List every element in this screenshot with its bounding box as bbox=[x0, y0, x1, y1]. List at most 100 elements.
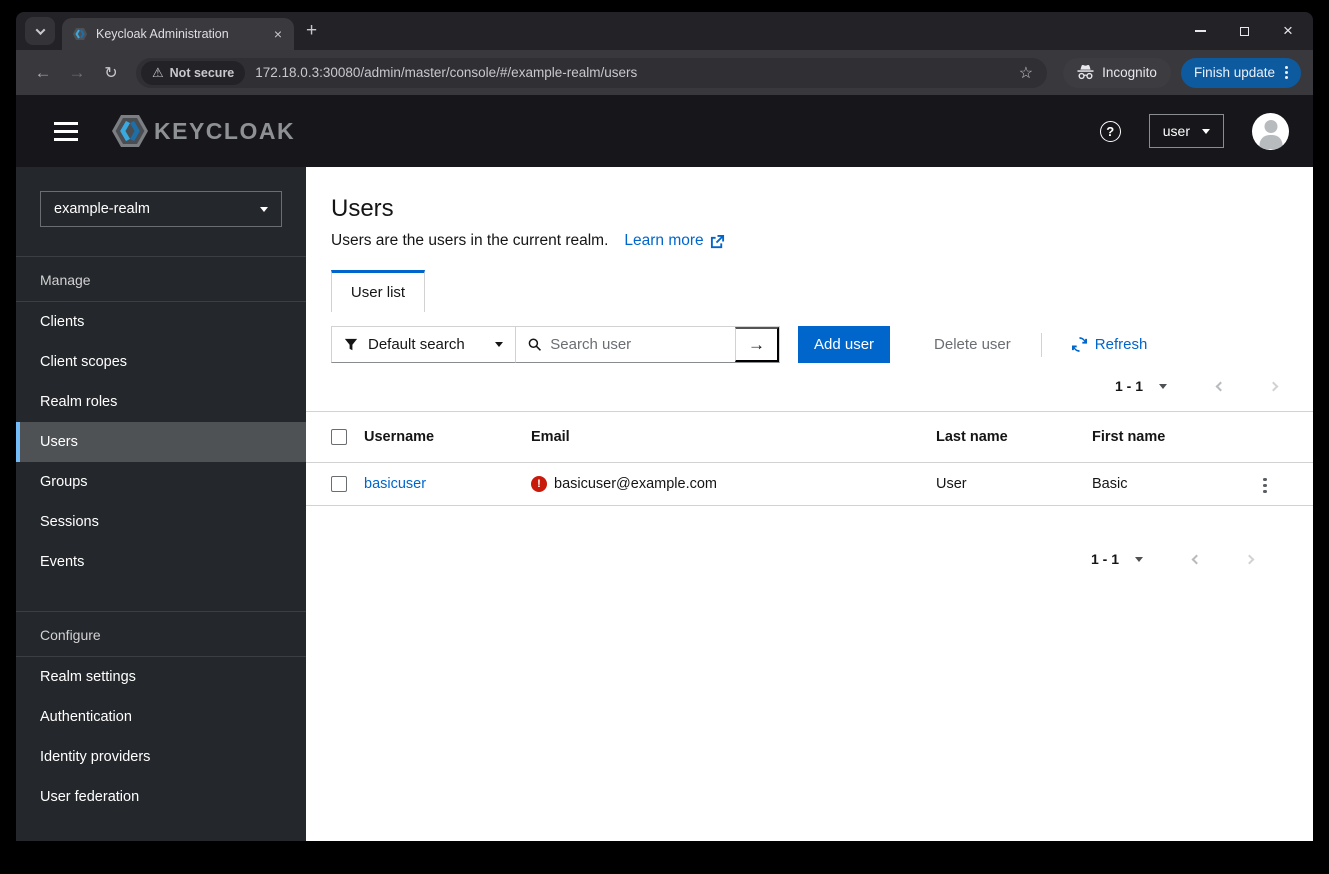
search-type-value: Default search bbox=[368, 336, 465, 353]
delete-user-button[interactable]: Delete user bbox=[918, 326, 1027, 363]
masthead-actions: ? user bbox=[1099, 112, 1289, 150]
row-checkbox[interactable] bbox=[331, 476, 347, 493]
users-toolbar: Default search → Add user Delete user bbox=[331, 326, 1313, 363]
reload-icon[interactable]: ↻ bbox=[96, 58, 126, 88]
search-group: → bbox=[516, 326, 780, 363]
row-actions-kebab-icon[interactable] bbox=[1257, 472, 1273, 500]
realm-selector-value: example-realm bbox=[54, 201, 150, 217]
avatar[interactable] bbox=[1252, 112, 1289, 150]
brand-text: KEYCLOAK bbox=[154, 117, 296, 144]
refresh-button[interactable]: Refresh bbox=[1071, 336, 1147, 353]
finish-update-label: Finish update bbox=[1193, 65, 1275, 80]
filter-icon bbox=[344, 338, 358, 350]
browser-tab[interactable]: Keycloak Administration × bbox=[62, 18, 294, 50]
sidebar-item-sessions[interactable]: Sessions bbox=[16, 502, 306, 542]
browser-window: Keycloak Administration × + × ← → ↻ ⚠ No… bbox=[16, 12, 1313, 841]
add-user-button[interactable]: Add user bbox=[798, 326, 891, 363]
external-link-icon bbox=[710, 234, 724, 248]
chevron-down-icon bbox=[1202, 128, 1210, 134]
browser-toolbar: ← → ↻ ⚠ Not secure 172.18.0.3:30080/admi… bbox=[16, 50, 1313, 95]
chevron-down-icon bbox=[35, 24, 45, 35]
page-subtitle: Users are the users in the current realm… bbox=[331, 232, 609, 249]
pagination-dropdown-icon[interactable] bbox=[1159, 383, 1167, 389]
new-tab-button[interactable]: + bbox=[306, 20, 317, 42]
pagination-range: 1 - 1 bbox=[1090, 551, 1119, 567]
tab-bar: User list bbox=[331, 270, 1313, 312]
search-input[interactable] bbox=[550, 336, 723, 353]
previous-page-icon[interactable] bbox=[1191, 550, 1202, 568]
realm-selector[interactable]: example-realm bbox=[40, 191, 282, 227]
learn-more-label: Learn more bbox=[624, 232, 704, 249]
browser-tab-strip: Keycloak Administration × + × bbox=[16, 12, 1313, 50]
learn-more-link[interactable]: Learn more bbox=[624, 232, 724, 250]
minimize-button[interactable] bbox=[1193, 24, 1207, 38]
search-type-dropdown[interactable]: Default search bbox=[331, 326, 516, 363]
pagination-top: 1 - 1 bbox=[306, 365, 1313, 407]
sidebar-item-user-federation[interactable]: User federation bbox=[16, 777, 306, 817]
username-link[interactable]: basicuser bbox=[364, 476, 426, 492]
window-controls: × bbox=[1193, 12, 1295, 50]
url-text: 172.18.0.3:30080/admin/master/console/#/… bbox=[255, 65, 638, 80]
sidebar-item-client-scopes[interactable]: Client scopes bbox=[16, 342, 306, 382]
sidebar-item-events[interactable]: Events bbox=[16, 542, 306, 582]
bookmark-star-icon[interactable]: ☆ bbox=[1013, 63, 1039, 83]
sidebar-item-realm-roles[interactable]: Realm roles bbox=[16, 382, 306, 422]
sidebar-item-users[interactable]: Users bbox=[16, 422, 306, 462]
incognito-label: Incognito bbox=[1102, 65, 1157, 80]
col-username: Username bbox=[364, 411, 531, 463]
pagination-bottom: 1 - 1 bbox=[306, 538, 1313, 580]
tab-title: Keycloak Administration bbox=[96, 27, 229, 41]
col-last-name: Last name bbox=[936, 411, 1092, 463]
chevron-down-icon bbox=[260, 206, 268, 212]
sidebar-section-configure: Configure bbox=[40, 627, 101, 643]
pagination-range: 1 - 1 bbox=[1114, 378, 1143, 394]
last-name-value: User bbox=[936, 462, 1092, 506]
tab-user-list[interactable]: User list bbox=[331, 270, 425, 312]
keycloak-logo-icon bbox=[112, 115, 148, 147]
warning-icon: ⚠ bbox=[152, 64, 164, 80]
chevron-down-icon bbox=[495, 342, 503, 347]
tab-close-icon[interactable]: × bbox=[270, 25, 286, 43]
help-icon[interactable]: ? bbox=[1099, 120, 1121, 142]
tab-search-button[interactable] bbox=[25, 17, 55, 45]
email-value: basicuser@example.com bbox=[554, 476, 718, 492]
sidebar-section-manage: Manage bbox=[40, 272, 91, 288]
more-options-icon bbox=[1285, 66, 1288, 79]
sidebar-item-groups[interactable]: Groups bbox=[16, 462, 306, 502]
keycloak-favicon bbox=[73, 28, 87, 40]
main-content: Users Users are the users in the current… bbox=[306, 167, 1313, 841]
sidebar-item-realm-settings[interactable]: Realm settings bbox=[16, 657, 306, 697]
keycloak-logo: KEYCLOAK bbox=[108, 111, 295, 151]
search-submit-button[interactable]: → bbox=[735, 327, 779, 362]
divider bbox=[1040, 332, 1042, 357]
incognito-icon bbox=[1077, 65, 1094, 80]
sidebar-item-authentication[interactable]: Authentication bbox=[16, 697, 306, 737]
search-input-wrap bbox=[516, 336, 735, 353]
finish-update-button[interactable]: Finish update bbox=[1180, 57, 1301, 88]
search-icon bbox=[528, 338, 541, 351]
not-secure-chip[interactable]: ⚠ Not secure bbox=[141, 60, 246, 85]
previous-page-icon[interactable] bbox=[1215, 377, 1226, 395]
email-unverified-icon: ! bbox=[531, 476, 547, 492]
back-icon[interactable]: ← bbox=[28, 58, 58, 88]
forward-icon[interactable]: → bbox=[62, 58, 92, 88]
nav-toggle-icon[interactable] bbox=[54, 121, 78, 141]
next-page-icon[interactable] bbox=[1244, 550, 1255, 568]
close-button[interactable]: × bbox=[1281, 21, 1295, 40]
maximize-button[interactable] bbox=[1237, 24, 1251, 38]
sidebar-item-identity-providers[interactable]: Identity providers bbox=[16, 737, 306, 777]
pagination-dropdown-icon[interactable] bbox=[1135, 556, 1143, 562]
sidebar: example-realm Manage Clients Client scop… bbox=[16, 167, 306, 841]
not-secure-label: Not secure bbox=[169, 65, 235, 80]
select-all-checkbox[interactable] bbox=[331, 429, 347, 446]
users-table: Username Email Last name First name basi… bbox=[306, 411, 1313, 506]
incognito-badge: Incognito bbox=[1063, 57, 1171, 88]
sidebar-item-clients[interactable]: Clients bbox=[16, 302, 306, 342]
next-page-icon[interactable] bbox=[1268, 377, 1279, 395]
first-name-value: Basic bbox=[1092, 462, 1257, 506]
col-first-name: First name bbox=[1092, 411, 1257, 463]
table-header-row: Username Email Last name First name bbox=[306, 411, 1313, 463]
address-bar[interactable]: ⚠ Not secure 172.18.0.3:30080/admin/mast… bbox=[136, 57, 1048, 88]
user-dropdown-label: user bbox=[1162, 123, 1190, 139]
user-dropdown[interactable]: user bbox=[1148, 114, 1224, 148]
